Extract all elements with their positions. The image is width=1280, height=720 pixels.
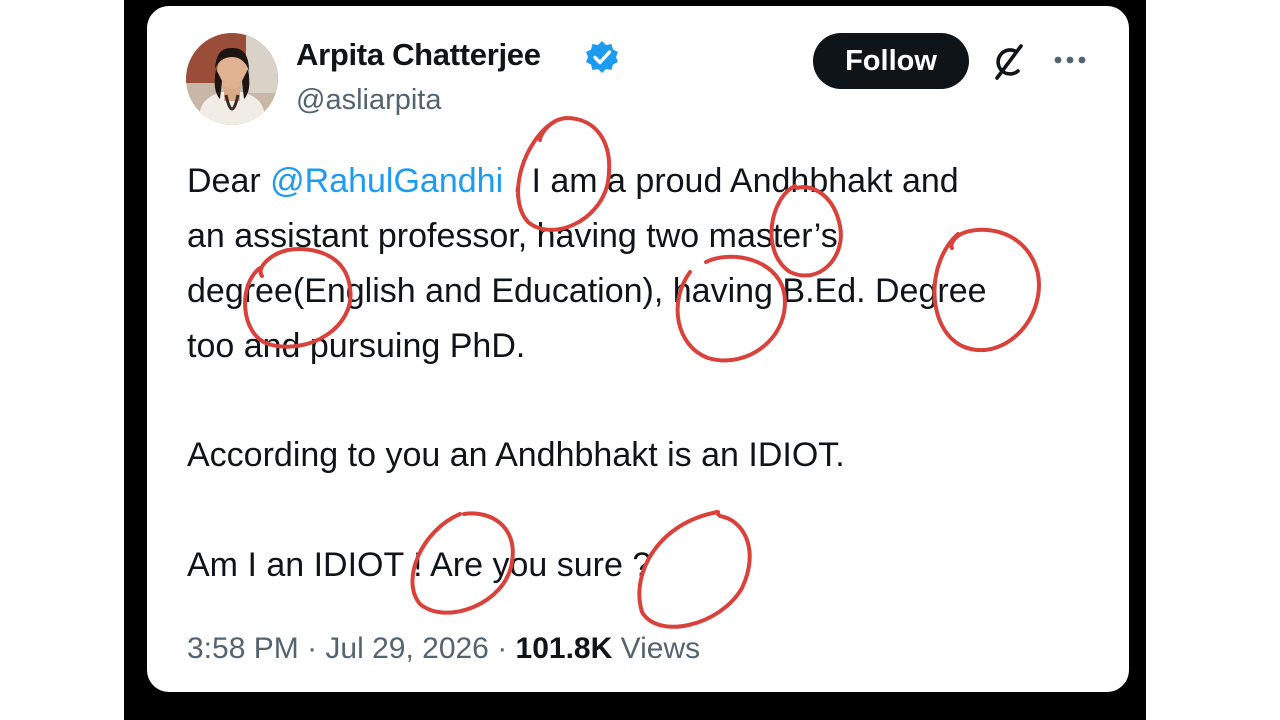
tweet-date[interactable]: Jul 29, 2026 — [325, 632, 488, 665]
verified-badge-icon — [584, 39, 620, 75]
tweet-text-line-2: an assistant professor, having two maste… — [187, 217, 838, 255]
avatar-image — [186, 33, 278, 125]
mention-link[interactable]: @RahulGandhi — [270, 162, 503, 200]
author-name[interactable]: Arpita Chatterjee — [296, 37, 541, 73]
views-label: Views — [612, 632, 701, 665]
tweet-text-segment: , I am a proud Andhbhakt and — [503, 162, 959, 200]
tweet-text-paragraph-3: Am I an IDIOT ! Are you sure ? — [187, 546, 652, 584]
tweet-text-segment: Dear — [187, 162, 271, 200]
follow-button[interactable]: Follow — [813, 33, 969, 89]
tweet-time[interactable]: 3:58 PM — [187, 632, 299, 665]
more-options-icon[interactable] — [1050, 48, 1090, 72]
tweet-text-line-3: degree(English and Education), having B.… — [187, 272, 987, 310]
grok-icon[interactable] — [988, 42, 1028, 82]
avatar[interactable] — [186, 33, 278, 125]
author-handle[interactable]: @asliarpita — [296, 84, 442, 117]
views-count: 101.8K — [515, 632, 613, 665]
tweet-text-line-4: too and pursuing PhD. — [187, 327, 526, 365]
meta-separator: · — [488, 632, 516, 665]
meta-separator: · — [298, 632, 326, 665]
tweet-text-paragraph-2: According to you an Andhbhakt is an IDIO… — [187, 436, 845, 474]
tweet-text-line-1: Dear @RahulGandhi , I am a proud Andhbha… — [187, 154, 1107, 209]
tweet-meta: 3:58 PM · Jul 29, 2026 · 101.8K Views — [187, 632, 700, 666]
